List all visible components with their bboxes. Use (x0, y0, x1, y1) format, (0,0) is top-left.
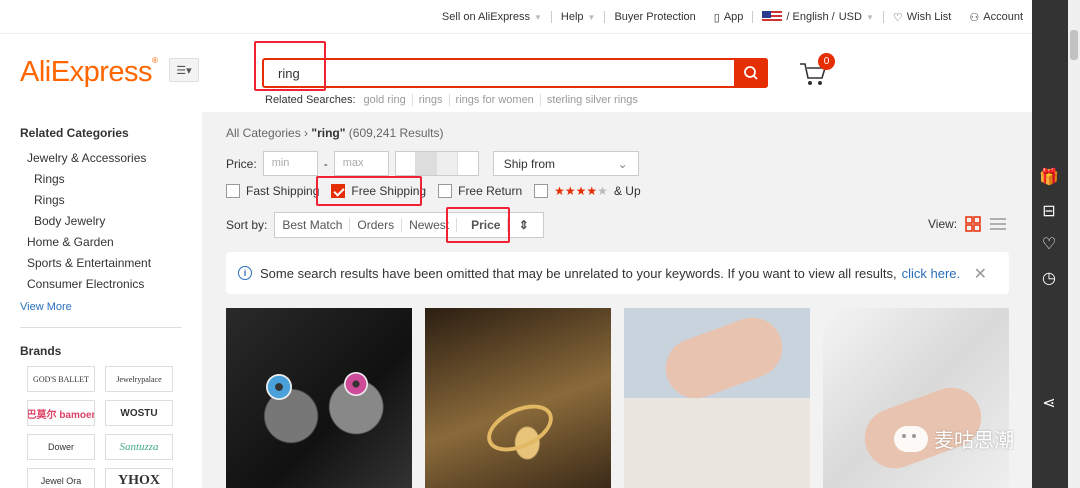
scrollbar[interactable] (1068, 0, 1080, 488)
related-search-link[interactable]: rings for women (450, 94, 541, 106)
menu-icon: ☰▾ (176, 64, 192, 77)
filter-checkboxes: Fast Shipping Free Shipping Free Return … (226, 180, 653, 202)
top-bar: Sell on AliExpress ▼ Help ▼ Buyer Protecti… (0, 0, 1032, 34)
brand-logo[interactable]: Jewel Ora (27, 468, 95, 488)
product-card[interactable] (823, 308, 1009, 488)
results-count: (609,241 Results) (348, 126, 444, 140)
product-card[interactable] (624, 308, 810, 488)
category-item[interactable]: Rings (20, 169, 190, 190)
brand-logo[interactable]: GOD'S BALLET (27, 366, 95, 392)
price-histogram[interactable] (394, 151, 479, 176)
free-return-checkbox[interactable]: Free Return (438, 180, 522, 202)
search-button[interactable] (734, 58, 768, 88)
chevron-down-icon: ▼ (587, 12, 596, 22)
sell-link[interactable]: Sell on AliExpress ▼ (433, 11, 551, 23)
rating-checkbox[interactable]: ★★★★★ & Up (534, 180, 641, 202)
brand-logo[interactable]: YHOX (105, 468, 173, 488)
sort-orders[interactable]: Orders (350, 218, 403, 232)
product-image (657, 309, 791, 407)
wishlist-link[interactable]: ♡ Wish List (884, 11, 961, 24)
max-price-input[interactable]: max (333, 151, 389, 176)
breadcrumb: All Categories › "ring" (609,241 Results… (226, 126, 444, 140)
search-highlight-box (254, 41, 326, 91)
product-card[interactable] (425, 308, 611, 488)
brand-logo[interactable]: 巴莫尔 bamoer (27, 400, 95, 426)
aliexpress-logo[interactable]: AliExpress® (20, 56, 158, 89)
category-item[interactable]: Rings (20, 190, 190, 211)
heart-icon[interactable]: ♡ (1038, 233, 1060, 255)
brand-logo[interactable]: Dower (27, 434, 95, 460)
search-bar: ring (262, 58, 768, 88)
share-icon[interactable]: ⋖ (1038, 392, 1060, 414)
star-rating-icon: ★★★★★ (554, 184, 608, 198)
search-icon (744, 66, 758, 80)
chevron-down-icon: ⌄ (617, 156, 628, 171)
sort-arrows-icon: ⇕ (518, 218, 529, 232)
view-toggle: View: (928, 216, 1007, 232)
buyer-protection-link[interactable]: Buyer Protection (605, 11, 704, 23)
related-search-link[interactable]: gold ring (358, 94, 413, 106)
category-item[interactable]: Body Jewelry (20, 211, 190, 232)
app-link[interactable]: ▯ App (705, 11, 753, 24)
cart-count-badge: 0 (818, 53, 835, 70)
sidebar: Related Categories Jewelry & Accessories… (20, 126, 190, 488)
list-view-icon[interactable] (989, 216, 1007, 232)
ship-from-dropdown[interactable]: Ship from ⌄ (492, 151, 639, 176)
related-searches: Related Searches: gold ring rings rings … (265, 94, 644, 106)
view-all-results-link[interactable]: click here. (902, 266, 961, 281)
heart-icon: ♡ (892, 11, 903, 24)
history-icon[interactable]: ◷ (1038, 267, 1060, 289)
info-icon: i (238, 266, 252, 280)
related-search-link[interactable]: sterling silver rings (541, 94, 644, 106)
related-search-link[interactable]: rings (413, 94, 450, 106)
chevron-down-icon: ▼ (865, 12, 874, 22)
query-label: "ring" (311, 126, 346, 140)
grid-view-icon[interactable] (965, 216, 981, 232)
price-filter: Price: min - max Ship from ⌄ (226, 151, 639, 176)
product-image (266, 374, 292, 400)
brand-logo[interactable]: Jewelrypalace (105, 366, 173, 392)
user-icon: ⚇ (969, 11, 980, 24)
breadcrumb-root-link[interactable]: All Categories (226, 126, 301, 140)
us-flag-icon (762, 11, 783, 23)
category-item[interactable]: Sports & Entertainment (20, 253, 190, 274)
brand-logo[interactable]: WOSTU (105, 400, 173, 426)
price-sort-highlight-box (446, 207, 510, 243)
fast-shipping-checkbox[interactable]: Fast Shipping (226, 180, 319, 202)
chevron-down-icon: ▼ (533, 12, 542, 22)
min-price-input[interactable]: min (262, 151, 318, 176)
product-image (479, 395, 561, 461)
brand-logo[interactable]: Santuzza (105, 434, 173, 460)
category-item[interactable]: Consumer Electronics (20, 274, 190, 295)
category-menu-button[interactable]: ☰▾ (169, 58, 199, 82)
category-item[interactable]: Home & Garden (20, 232, 190, 253)
coupon-icon[interactable]: ⊟ (1038, 200, 1060, 222)
category-item[interactable]: Jewelry & Accessories (20, 148, 190, 169)
language-currency-selector[interactable]: / English / USD ▼ (753, 11, 882, 23)
view-more-link[interactable]: View More (20, 299, 190, 315)
phone-icon: ▯ (713, 11, 720, 24)
brand-grid: GOD'S BALLET Jewelrypalace 巴莫尔 bamoer WO… (27, 366, 190, 488)
cart-button[interactable]: 0 (798, 53, 838, 88)
account-link[interactable]: ⚇ Account (960, 11, 1032, 24)
gift-icon[interactable]: 🎁 (1038, 166, 1060, 188)
watermark: 麦咕思潮 (894, 424, 1014, 453)
brands-title: Brands (20, 344, 62, 358)
free-shipping-highlight-box (316, 176, 422, 206)
help-link[interactable]: Help ▼ (552, 11, 605, 23)
product-card[interactable] (226, 308, 412, 488)
omitted-results-notice: i Some search results have been omitted … (226, 252, 1009, 294)
close-icon[interactable]: ✕ (974, 264, 987, 284)
sort-best-match[interactable]: Best Match (275, 218, 351, 232)
related-categories-title: Related Categories (20, 126, 129, 140)
wechat-icon (894, 425, 928, 452)
